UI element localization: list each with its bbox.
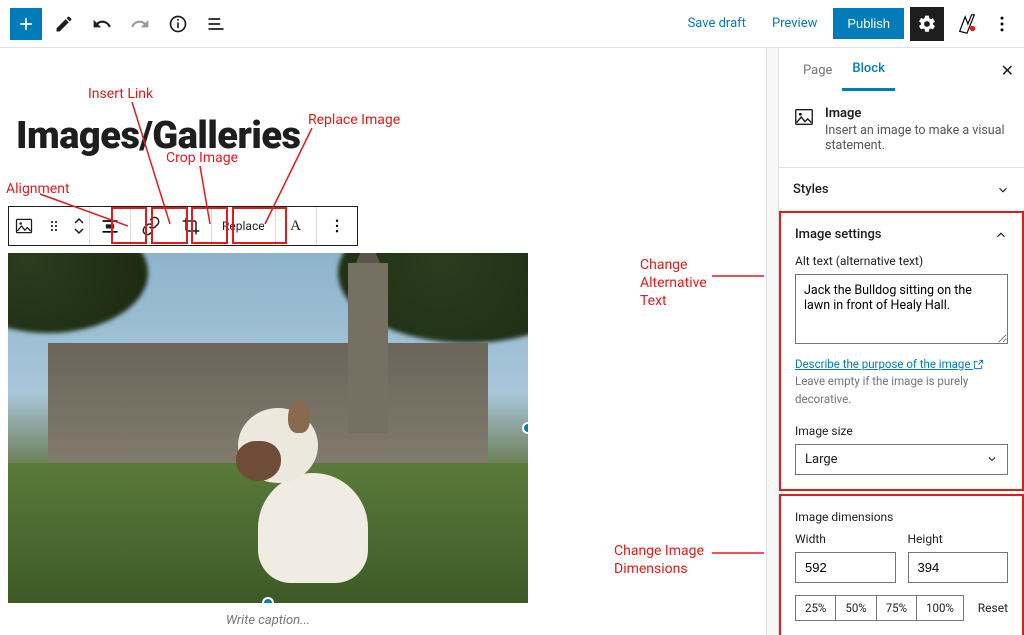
highlight-link (151, 207, 188, 244)
kebab-icon (328, 217, 346, 235)
editor-canvas: Images/Galleries (0, 48, 778, 635)
pct-75-button[interactable]: 75% (877, 596, 917, 620)
yoast-icon (956, 13, 978, 35)
publish-button[interactable]: Publish (833, 8, 904, 39)
save-draft-button[interactable]: Save draft (678, 10, 756, 37)
sidebar-tabs: Page Block ✕ (779, 48, 1024, 92)
image-settings-label: Image settings (795, 227, 882, 242)
reset-button[interactable]: Reset (978, 601, 1008, 615)
highlight-alignment (111, 207, 147, 244)
chevron-down-icon (74, 228, 84, 235)
top-toolbar-right: Save draft Preview Publish (678, 7, 1014, 41)
page-title[interactable]: Images/Galleries (16, 114, 301, 158)
pct-100-button[interactable]: 100% (917, 596, 963, 620)
alt-help-text: Describe the purpose of the image Leave … (795, 356, 1008, 408)
image-size-select[interactable]: Large (795, 444, 1008, 475)
list-icon (206, 14, 226, 34)
gear-icon (917, 14, 937, 34)
add-block-button[interactable] (10, 8, 42, 40)
settings-button[interactable] (910, 7, 944, 41)
info-icon (168, 14, 188, 34)
annotation-replace-image: Replace Image (308, 112, 400, 128)
close-sidebar-button[interactable]: ✕ (1001, 61, 1014, 80)
drag-handle[interactable] (39, 207, 69, 245)
alt-text-label: Alt text (alternative text) (795, 254, 1008, 268)
undo-button[interactable] (86, 8, 118, 40)
tab-page[interactable]: Page (793, 51, 842, 90)
preview-button[interactable]: Preview (762, 10, 827, 37)
more-options-button[interactable] (990, 14, 1014, 34)
redo-button[interactable] (124, 8, 156, 40)
main-area: Images/Galleries (0, 48, 1024, 635)
block-name: Image (825, 106, 1010, 121)
pencil-icon (54, 14, 74, 34)
annotation-alignment: Alignment (6, 181, 70, 197)
image-settings-panel: Image settings Alt text (alternative tex… (779, 211, 1024, 491)
kebab-icon (992, 14, 1012, 34)
block-more-button[interactable] (317, 207, 357, 245)
undo-icon (92, 14, 112, 34)
block-type-button[interactable] (9, 207, 39, 245)
image-settings-header[interactable]: Image settings (795, 227, 1008, 242)
resize-handle-bottom[interactable] (262, 597, 274, 603)
edit-mode-button[interactable] (48, 8, 80, 40)
plus-icon (16, 14, 36, 34)
chevron-up-icon (994, 228, 1008, 242)
alt-text-input[interactable]: Jack the Bulldog sitting on the lawn in … (795, 274, 1008, 344)
image-icon (793, 106, 815, 128)
top-toolbar-left (10, 8, 232, 40)
outline-button[interactable] (200, 8, 232, 40)
sidebar: Page Block ✕ Image Insert an image to ma… (778, 48, 1024, 635)
chevron-down-icon (996, 183, 1010, 197)
alt-help-link[interactable]: Describe the purpose of the image (795, 357, 984, 371)
drag-icon (46, 218, 62, 234)
resize-handle-right[interactable] (522, 422, 528, 434)
image-dims-label: Image dimensions (795, 510, 1008, 524)
annotation-change-dims: Change Image Dimensions (614, 542, 714, 578)
scrollbar[interactable] (766, 48, 778, 635)
styles-panel: Styles (779, 167, 1024, 211)
image-dimensions-panel: Image dimensions Width Height 25% 50% 75… (779, 494, 1024, 635)
tab-block[interactable]: Block (842, 49, 894, 91)
yoast-button[interactable] (950, 7, 984, 41)
width-input[interactable] (795, 552, 896, 583)
image-icon (14, 216, 34, 236)
styles-label: Styles (793, 182, 829, 197)
block-description-text: Insert an image to make a visual stateme… (825, 123, 1010, 153)
redo-icon (130, 14, 150, 34)
highlight-crop (191, 207, 228, 244)
percent-buttons: 25% 50% 75% 100% (795, 595, 964, 621)
height-input[interactable] (908, 552, 1009, 583)
block-description: Image Insert an image to make a visual s… (779, 92, 1024, 167)
annotation-change-alt: Change Alternative Text (640, 256, 730, 311)
chevron-down-icon (986, 453, 998, 465)
image-block[interactable] (8, 253, 528, 603)
highlight-replace (232, 207, 287, 244)
external-link-icon (973, 359, 984, 370)
annotation-crop-image: Crop Image (166, 150, 238, 166)
annotation-insert-link: Insert Link (88, 86, 153, 102)
image-size-label: Image size (795, 424, 1008, 438)
pct-50-button[interactable]: 50% (836, 596, 876, 620)
info-button[interactable] (162, 8, 194, 40)
top-toolbar: Save draft Preview Publish (0, 0, 1024, 48)
move-arrows[interactable] (69, 217, 89, 235)
styles-panel-header[interactable]: Styles (793, 182, 1010, 197)
caption-input[interactable]: Write caption... (8, 613, 528, 628)
width-label: Width (795, 532, 896, 546)
chevron-up-icon (74, 217, 84, 224)
pct-25-button[interactable]: 25% (796, 596, 836, 620)
height-label: Height (908, 532, 1009, 546)
